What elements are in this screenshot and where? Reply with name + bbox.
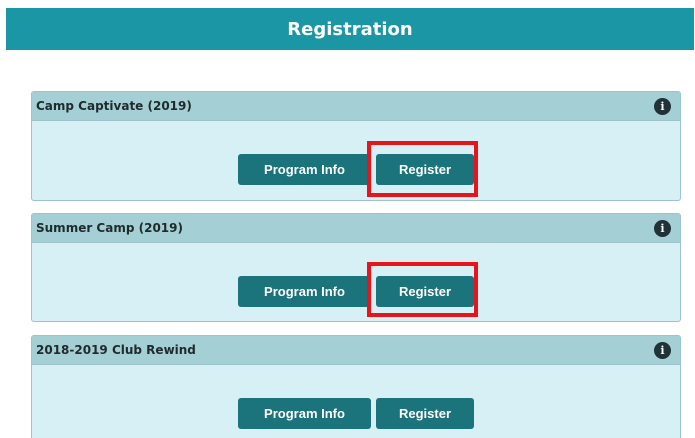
page-header: Registration: [6, 8, 694, 50]
card-header: Camp Captivate (2019) i: [32, 92, 680, 121]
card-title: 2018-2019 Club Rewind: [36, 343, 196, 357]
program-info-button[interactable]: Program Info: [238, 154, 371, 185]
card-title: Camp Captivate (2019): [36, 99, 192, 113]
registration-page: Registration Camp Captivate (2019) i Pro…: [0, 0, 695, 438]
register-button[interactable]: Register: [376, 398, 474, 429]
info-icon[interactable]: i: [654, 341, 671, 359]
register-button[interactable]: Register: [376, 276, 474, 307]
info-icon[interactable]: i: [654, 219, 671, 237]
card-title: Summer Camp (2019): [36, 221, 183, 235]
page-title: Registration: [287, 18, 413, 40]
register-button[interactable]: Register: [376, 154, 474, 185]
program-card-camp-captivate: Camp Captivate (2019) i Program Info Reg…: [31, 91, 681, 201]
program-info-button[interactable]: Program Info: [238, 276, 371, 307]
info-icon[interactable]: i: [654, 97, 671, 115]
program-info-button[interactable]: Program Info: [238, 398, 371, 429]
card-header: 2018-2019 Club Rewind i: [32, 336, 680, 365]
card-header: Summer Camp (2019) i: [32, 214, 680, 243]
program-card-club-rewind: 2018-2019 Club Rewind i Program Info Reg…: [31, 335, 681, 438]
program-card-summer-camp: Summer Camp (2019) i Program Info Regist…: [31, 213, 681, 322]
